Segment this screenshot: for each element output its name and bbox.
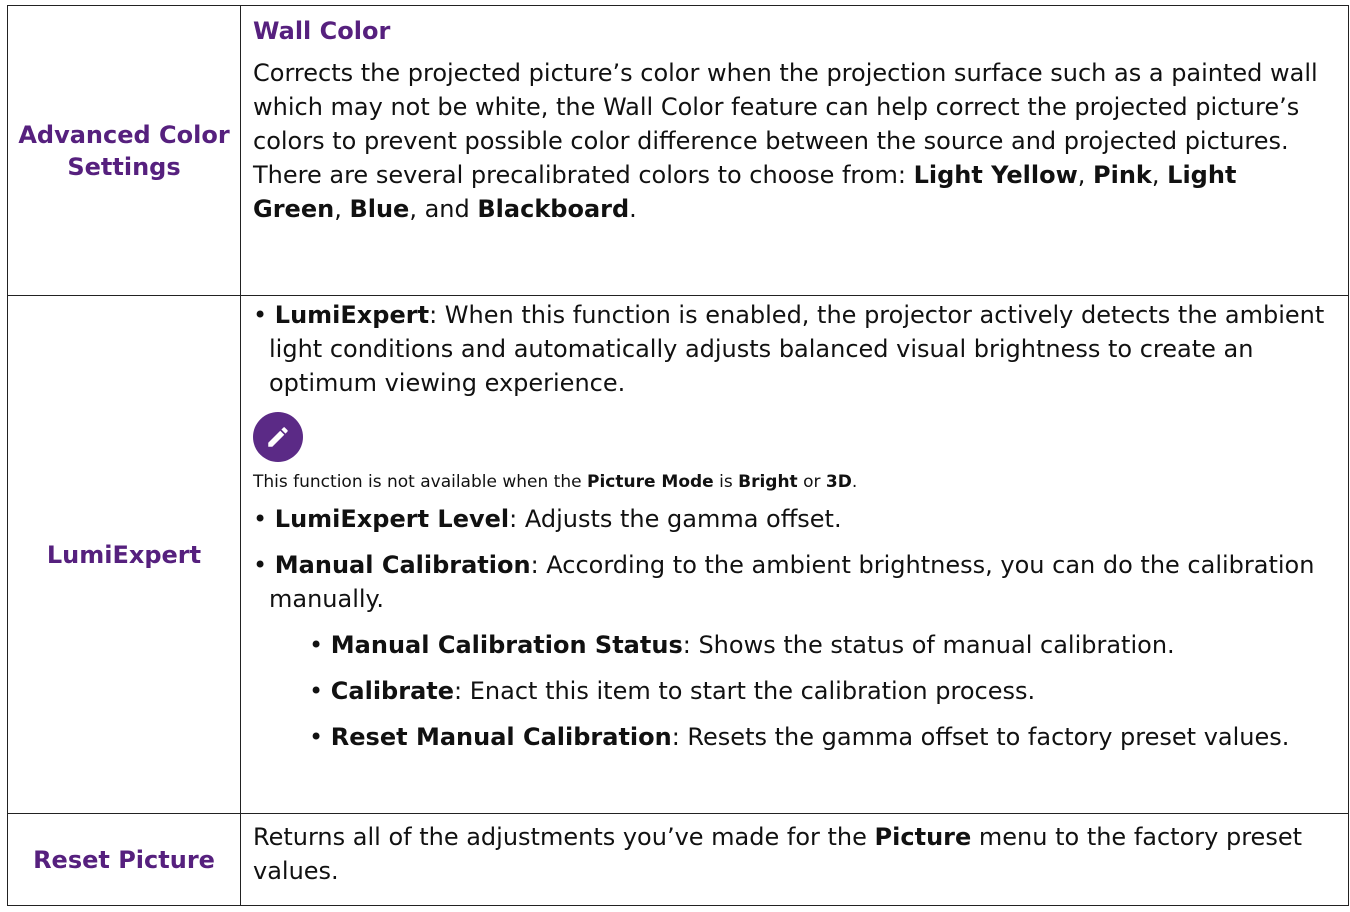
row-label-cell: Reset Picture (7, 813, 241, 906)
table-row: Advanced Color Settings Wall Color Corre… (7, 5, 1349, 296)
list-item: • Manual Calibration: According to the a… (253, 551, 1315, 613)
pencil-icon (253, 412, 303, 462)
color-option: Blackboard (477, 195, 630, 223)
sub-heading: Wall Color (253, 17, 391, 45)
setting-name: Reset Picture (33, 845, 215, 874)
row-description-cell: Wall Color Corrects the projected pictur… (240, 5, 1349, 296)
sub-list-item: • Reset Manual Calibration: Resets the g… (309, 723, 1290, 751)
sub-list-item: • Manual Calibration Status: Shows the s… (309, 631, 1175, 659)
list-item: • LumiExpert: When this function is enab… (253, 301, 1325, 397)
description-paragraph: Returns all of the adjustments you’ve ma… (253, 823, 1302, 885)
description-paragraph: Corrects the projected picture’s color w… (253, 59, 1318, 223)
note-text: This function is not available when the … (253, 472, 858, 492)
row-label-cell: Advanced Color Settings (7, 5, 241, 296)
color-option: Pink (1093, 161, 1152, 189)
color-option: Blue (349, 195, 410, 223)
color-option: Light Yellow (913, 161, 1078, 189)
row-description-cell: • LumiExpert: When this function is enab… (240, 295, 1349, 814)
table-row: LumiExpert • LumiExpert: When this funct… (7, 295, 1349, 814)
table-row: Reset Picture Returns all of the adjustm… (7, 813, 1349, 906)
row-description-cell: Returns all of the adjustments you’ve ma… (240, 813, 1349, 906)
setting-name: LumiExpert (46, 540, 202, 569)
sub-list-item: • Calibrate: Enact this item to start th… (309, 677, 1036, 705)
settings-table: Advanced Color Settings Wall Color Corre… (7, 5, 1349, 906)
setting-name: Advanced Color Settings (18, 120, 230, 181)
row-label-cell: LumiExpert (7, 295, 241, 814)
list-item: • LumiExpert Level: Adjusts the gamma of… (253, 505, 842, 533)
